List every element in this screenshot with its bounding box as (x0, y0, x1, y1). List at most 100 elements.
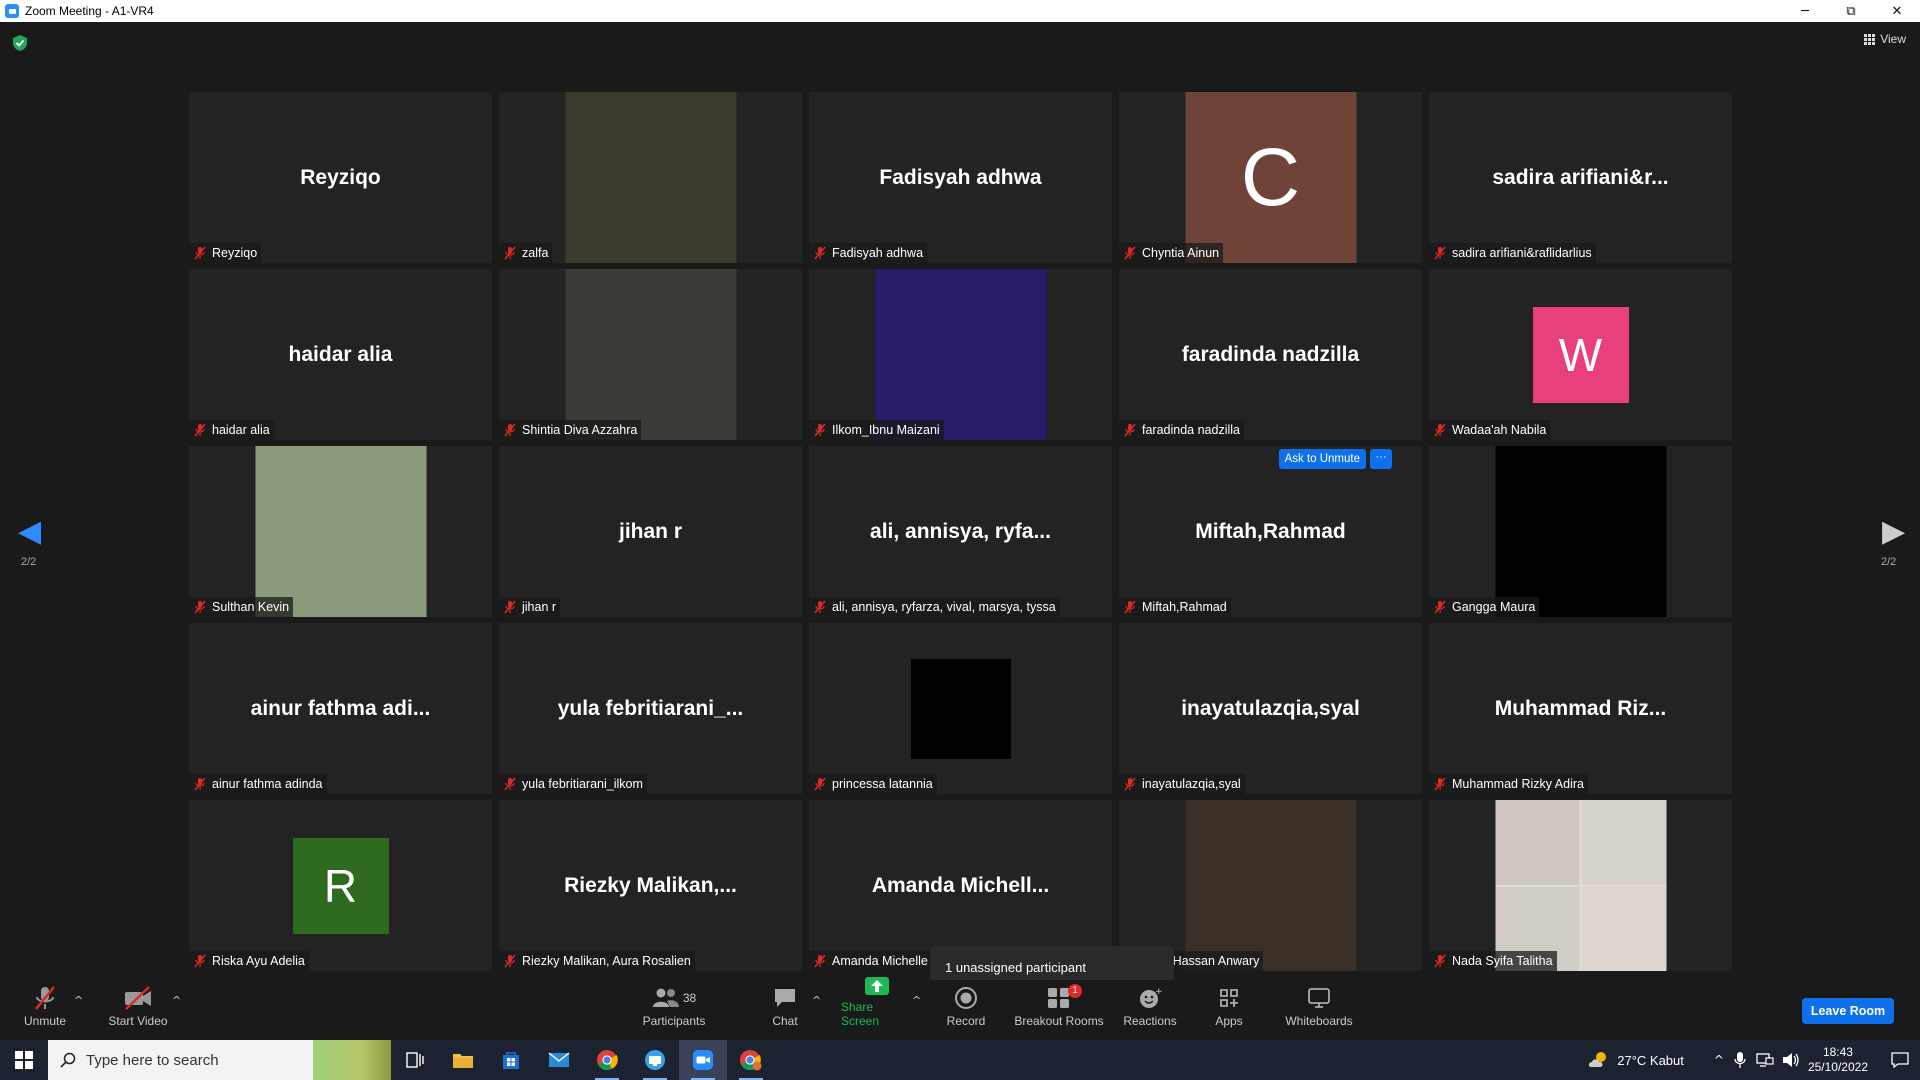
record-button[interactable]: Record (945, 980, 987, 1040)
breakout-rooms-button[interactable]: 1 Breakout Rooms (1014, 980, 1104, 1040)
leave-room-button[interactable]: Leave Room (1802, 998, 1894, 1024)
unmute-label: Unmute (23, 1014, 67, 1028)
participant-name: ainur fathma adinda (212, 777, 323, 791)
participant-name: Wadaa'ah Nabila (1452, 423, 1547, 437)
participant-tile[interactable]: jihan r jihan r (499, 446, 802, 617)
more-options-button[interactable]: ··· (1370, 449, 1392, 469)
participant-tile[interactable]: ali, annisya, ryfa... ali, annisya, ryfar… (809, 446, 1112, 617)
muted-mic-icon (193, 246, 207, 260)
participant-tile[interactable]: yula febritiarani_... yula febritiarani_i… (499, 623, 802, 794)
ask-to-unmute-button[interactable]: Ask to Unmute (1278, 449, 1366, 469)
participant-nameplate: Wadaa'ah Nabila (1429, 420, 1551, 440)
participant-name: haidar alia (212, 423, 270, 437)
muted-mic-icon (30, 985, 60, 1011)
participants-count: 38 (682, 991, 697, 1005)
muted-mic-icon (1123, 423, 1137, 437)
participant-tile[interactable]: Muhammad Riz... Muhammad Rizky Adira (1429, 623, 1732, 794)
participant-display-name: Riezky Malikan,... (564, 873, 737, 897)
participant-tile[interactable]: Gangga Maura (1429, 446, 1732, 617)
network-icon[interactable] (1756, 1052, 1774, 1068)
restore-button[interactable]: ⧉ (1828, 0, 1874, 22)
participant-tile[interactable]: sadira arifiani&r... sadira arifiani&rafl… (1429, 92, 1732, 263)
participant-nameplate: Sulthan Kevin (189, 597, 294, 617)
participant-tile[interactable]: Nada Syifa Talitha (1429, 800, 1732, 971)
next-page-arrow-icon[interactable]: ▶ (1882, 514, 1905, 549)
apps-button[interactable]: Apps (1212, 980, 1246, 1040)
taskbar-search-box[interactable]: Type here to search (48, 1040, 391, 1080)
volume-icon[interactable] (1782, 1052, 1800, 1068)
participant-tile[interactable]: Reyziqo Reyziqo (189, 92, 492, 263)
participant-nameplate: Chyntia Ainun (1119, 243, 1224, 263)
previous-page-arrow-icon[interactable]: ◀ (18, 514, 41, 549)
participant-tile[interactable]: Ilkom_Ibnu Maizani (809, 269, 1112, 440)
participant-tile[interactable]: inayatulazqia,syal inayatulazqia,syal (1119, 623, 1422, 794)
participant-tile[interactable]: Sulthan Kevin (189, 446, 492, 617)
notification-center-icon[interactable] (1880, 1040, 1920, 1080)
chat-button[interactable]: Chat (770, 980, 800, 1040)
show-hidden-icons-chevron-icon[interactable]: ^ (1714, 1053, 1724, 1067)
participant-video (875, 269, 1046, 440)
participant-display-name: jihan r (618, 519, 682, 543)
participant-tile[interactable]: haidar alia haidar alia (189, 269, 492, 440)
weather-text[interactable]: 27°C Kabut (1617, 1053, 1684, 1068)
muted-mic-icon (1123, 246, 1137, 260)
participant-nameplate: Fadisyah adhwa (809, 243, 928, 263)
participant-nameplate: Reyziqo (189, 243, 262, 263)
participant-name: ali, annisya, ryfarza, vival, marsya, ty… (832, 600, 1056, 614)
start-video-button[interactable]: Start Video (106, 980, 170, 1040)
participant-nameplate: haidar alia (189, 420, 274, 440)
participant-nameplate: jihan r (499, 597, 561, 617)
taskbar-clock[interactable]: 18:43 25/10/2022 (1808, 1045, 1868, 1075)
participant-nameplate: inayatulazqia,syal (1119, 774, 1245, 794)
participants-button[interactable]: 38 Participants (641, 980, 707, 1040)
avatar-initial: C (1240, 131, 1301, 223)
minimize-button[interactable]: ─ (1782, 0, 1828, 22)
audio-options-caret-icon[interactable]: ^ (74, 994, 83, 1007)
breakout-rooms-label: Breakout Rooms (1014, 1014, 1104, 1028)
chrome-icon[interactable] (583, 1040, 631, 1080)
participant-tile[interactable]: Shintia Diva Azzahra (499, 269, 802, 440)
participant-name: Shintia Diva Azzahra (522, 423, 638, 437)
avatar-initial: W (1558, 328, 1603, 381)
search-placeholder: Type here to search (86, 1051, 219, 1069)
microsoft-store-icon[interactable] (487, 1040, 535, 1080)
participant-video (1185, 800, 1356, 971)
participant-name: inayatulazqia,syal (1142, 777, 1241, 791)
windows-start-button[interactable] (0, 1040, 48, 1080)
chat-options-caret-icon[interactable]: ^ (812, 994, 821, 1007)
participant-video (910, 658, 1011, 759)
whiteboards-button[interactable]: Whiteboards (1284, 980, 1354, 1040)
participant-tile[interactable]: Miftah,Rahmad Ask to Unmute ··· Miftah,Rahm… (1119, 446, 1422, 617)
view-button[interactable]: View (1864, 32, 1906, 46)
reactions-button[interactable]: + Reactions (1123, 980, 1177, 1040)
participant-tile[interactable]: ainur fathma adi... ainur fathma adinda (189, 623, 492, 794)
microphone-tray-icon[interactable] (1734, 1051, 1746, 1069)
encryption-shield-icon[interactable] (12, 34, 28, 52)
participant-tile[interactable]: zalfa (499, 92, 802, 263)
share-options-caret-icon[interactable]: ^ (912, 994, 921, 1007)
participant-tile[interactable]: princessa latannia (809, 623, 1112, 794)
participant-tile[interactable]: Riezky Malikan,... Riezky Malikan, Aura R… (499, 800, 802, 971)
muted-mic-icon (1433, 423, 1447, 437)
reactions-smiley-icon: + (1135, 985, 1165, 1011)
zoom-app-icon (5, 4, 19, 18)
participant-tile[interactable]: Fadisyah adhwa Fadisyah adhwa (809, 92, 1112, 263)
remote-desktop-icon[interactable] (631, 1040, 679, 1080)
participant-avatar: R (292, 837, 389, 934)
zoom-taskbar-icon[interactable] (679, 1040, 727, 1080)
unmute-button[interactable]: Unmute (20, 980, 70, 1040)
chrome-profile-icon[interactable] (727, 1040, 775, 1080)
participant-tile[interactable]: faradinda nadzilla faradinda nadzilla (1119, 269, 1422, 440)
participant-tile[interactable]: C Chyntia Ainun (1119, 92, 1422, 263)
participant-tile[interactable]: W Wadaa'ah Nabila (1429, 269, 1732, 440)
participant-tile[interactable]: R Riska Ayu Adelia (189, 800, 492, 971)
close-button[interactable]: ✕ (1874, 0, 1920, 22)
muted-mic-icon (1433, 954, 1447, 968)
share-screen-button[interactable]: Share Screen (841, 977, 913, 1040)
file-explorer-icon[interactable] (439, 1040, 487, 1080)
muted-mic-icon (813, 777, 827, 791)
participant-display-name: sadira arifiani&r... (1492, 165, 1669, 189)
task-view-icon[interactable] (391, 1040, 439, 1080)
video-options-caret-icon[interactable]: ^ (172, 994, 181, 1007)
mail-icon[interactable] (535, 1040, 583, 1080)
